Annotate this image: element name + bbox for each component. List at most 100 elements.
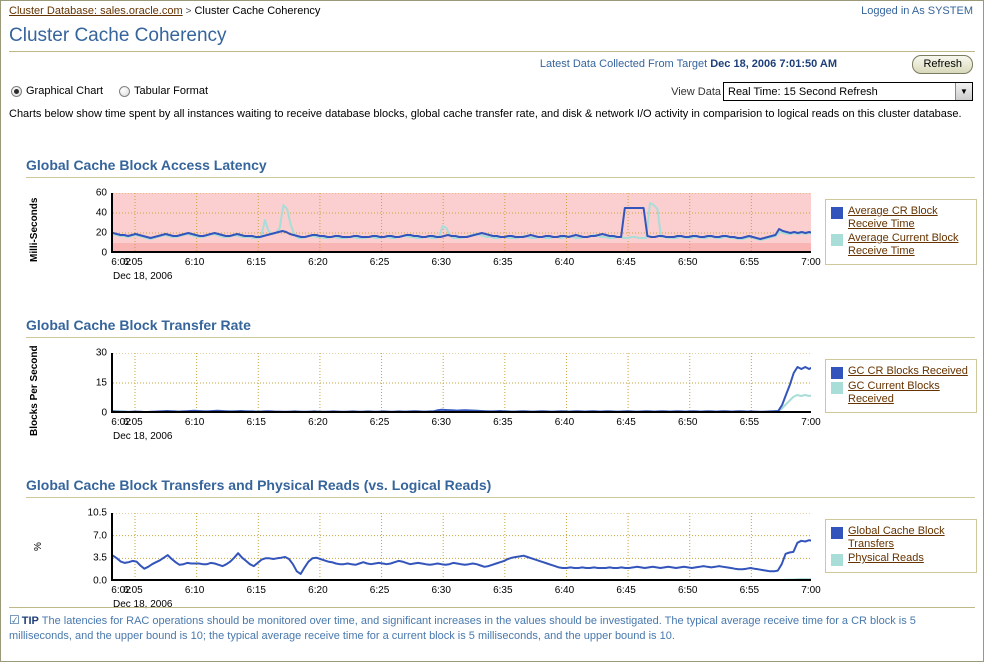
plot-inner: [113, 353, 811, 411]
view-data-label: View Data: [671, 86, 721, 98]
x-tick-label: 6:25: [369, 417, 390, 428]
breadcrumb: Cluster Database: sales.oracle.com > Clust…: [9, 5, 320, 17]
x-axis-date-label: Dec 18, 2006: [113, 271, 173, 282]
plot-inner: [113, 513, 811, 579]
y-axis-title: %: [33, 542, 44, 552]
latest-data-timestamp: Dec 18, 2006 7:01:50 AM: [710, 58, 837, 70]
chart-global-cache-transfers-vs-logical-reads: % 0.0 3.5 7.0 10.5 6:02 6:05 6:10 6:15 6:20 6:25 6:…: [1, 507, 983, 610]
plot-inner: [113, 193, 811, 251]
chart-svg: [113, 193, 811, 251]
y-tick-label: 0: [101, 247, 107, 259]
check-mark-icon: ☑: [9, 613, 20, 627]
y-axis-tick-labels: 0 20 40 60: [71, 188, 107, 259]
y-tick-label: 0: [101, 407, 107, 419]
legend-color-swatch: [831, 367, 843, 379]
x-axis-tick-labels: 6:02 6:05 6:10 6:15 6:20 6:25 6:30 6:35 6:40 6:45…: [111, 257, 820, 271]
x-tick-label: 6:25: [369, 585, 390, 596]
radio-label-graphical-chart[interactable]: Graphical Chart: [26, 85, 103, 97]
view-data-select[interactable]: Real Time: 15 Second Refresh ▼: [723, 82, 973, 101]
legend-label[interactable]: Average CR Block Receive Time: [848, 205, 971, 231]
plot-area: [111, 513, 811, 581]
x-tick-label: 6:15: [246, 257, 266, 268]
breadcrumb-separator: >: [185, 6, 192, 17]
legend-label[interactable]: Global Cache Block Transfers: [848, 525, 971, 551]
series-line: [113, 394, 811, 411]
section-divider: [26, 497, 975, 498]
section-header: Global Cache Block Access Latency: [26, 157, 267, 173]
x-tick-label: 7:00: [801, 417, 821, 428]
x-tick-label: 6:35: [493, 417, 513, 428]
legend-color-swatch: [831, 207, 843, 219]
radio-graphical-chart[interactable]: [11, 85, 22, 97]
series-line: [113, 366, 811, 411]
chart-global-cache-block-transfer-rate: Blocks Per Second 0 15 30 6:02 6:05 6:10 6:15 6:…: [1, 345, 983, 446]
legend-item[interactable]: GC CR Blocks Received: [831, 365, 971, 379]
y-axis-title: Milli-Seconds: [29, 197, 40, 263]
y-tick-label: 10.5: [87, 507, 107, 519]
x-tick-label: 6:40: [554, 585, 575, 596]
x-axis-tick-labels: 6:02 6:05 6:10 6:15 6:20 6:25 6:30 6:35 6:40 6:45…: [111, 417, 820, 431]
x-tick-label: 6:05: [123, 417, 143, 428]
x-tick-label: 6:35: [493, 257, 513, 268]
page-title: Cluster Cache Coherency: [9, 25, 227, 46]
legend-color-swatch: [831, 554, 843, 566]
intro-description: Charts below show time spent by all inst…: [9, 108, 962, 120]
x-tick-label: 6:30: [431, 417, 451, 428]
section-divider: [26, 337, 975, 338]
x-tick-label: 6:05: [123, 585, 143, 596]
logged-in-as-label: Logged in As SYSTEM: [861, 5, 973, 17]
radio-tabular-format[interactable]: [119, 85, 131, 97]
legend-label[interactable]: GC Current Blocks Received: [848, 380, 971, 406]
x-tick-label: 6:45: [616, 417, 636, 428]
x-tick-label: 6:20: [308, 417, 328, 428]
x-tick-label: 6:10: [184, 417, 205, 428]
title-divider: [9, 51, 975, 52]
legend-label[interactable]: GC CR Blocks Received: [848, 365, 968, 378]
x-tick-label: 6:45: [616, 257, 636, 268]
legend-color-swatch: [831, 234, 843, 246]
legend-item[interactable]: Physical Reads: [831, 552, 971, 566]
y-tick-label: 7.0: [93, 530, 107, 542]
x-axis-date-label: Dec 18, 2006: [113, 431, 173, 442]
y-tick-label: 40: [95, 207, 107, 219]
section-header: Global Cache Block Transfers and Physica…: [26, 477, 492, 493]
chevron-down-icon[interactable]: ▼: [955, 83, 972, 100]
x-tick-label: 6:15: [246, 417, 266, 428]
chart-legend: Global Cache Block Transfers Physical Rea…: [825, 519, 977, 573]
x-tick-label: 6:05: [123, 257, 143, 268]
x-tick-label: 6:10: [184, 585, 205, 596]
breadcrumb-link-cluster-database[interactable]: Cluster Database: sales.oracle.com: [9, 5, 183, 17]
x-tick-label: 6:40: [554, 417, 575, 428]
legend-label[interactable]: Average Current Block Receive Time: [848, 232, 971, 258]
y-tick-label: 30: [95, 347, 107, 359]
legend-item[interactable]: Average CR Block Receive Time: [831, 205, 971, 231]
breadcrumb-current-page: Cluster Cache Coherency: [194, 5, 321, 17]
x-tick-label: 6:20: [308, 585, 328, 596]
legend-color-swatch: [831, 527, 843, 539]
legend-item[interactable]: Average Current Block Receive Time: [831, 232, 971, 258]
tip-divider: [9, 607, 975, 608]
latest-data-label: Latest Data Collected From Target: [539, 58, 708, 70]
x-tick-label: 6:55: [739, 257, 760, 268]
x-tick-label: 6:45: [616, 585, 636, 596]
x-tick-label: 7:00: [801, 585, 821, 596]
x-tick-label: 6:50: [677, 257, 698, 268]
chart-legend: GC CR Blocks Received GC Current Blocks R…: [825, 359, 977, 413]
view-data-selected-value: Real Time: 15 Second Refresh: [728, 85, 878, 98]
series-line: [113, 539, 811, 575]
tip-block: ☑ TIP The latencies for RAC operations sh…: [9, 613, 977, 644]
y-tick-label: 60: [95, 187, 107, 199]
x-tick-label: 6:50: [677, 585, 698, 596]
legend-item[interactable]: GC Current Blocks Received: [831, 380, 971, 406]
chart-global-cache-block-access-latency: Milli-Seconds 0 20 40 60 6:02 6:05 6:10 6:15 6:20…: [1, 188, 983, 286]
y-tick-label: 20: [95, 227, 107, 239]
plot-area: [111, 193, 811, 253]
legend-item[interactable]: Global Cache Block Transfers: [831, 525, 971, 551]
legend-label[interactable]: Physical Reads: [848, 552, 924, 565]
chart-legend: Average CR Block Receive Time Average Cur…: [825, 199, 977, 265]
radio-label-tabular-format[interactable]: Tabular Format: [134, 85, 208, 97]
refresh-button[interactable]: Refresh: [912, 55, 973, 74]
y-tick-label: 15: [95, 377, 107, 389]
x-tick-label: 6:55: [739, 585, 760, 596]
x-tick-label: 6:30: [431, 585, 451, 596]
